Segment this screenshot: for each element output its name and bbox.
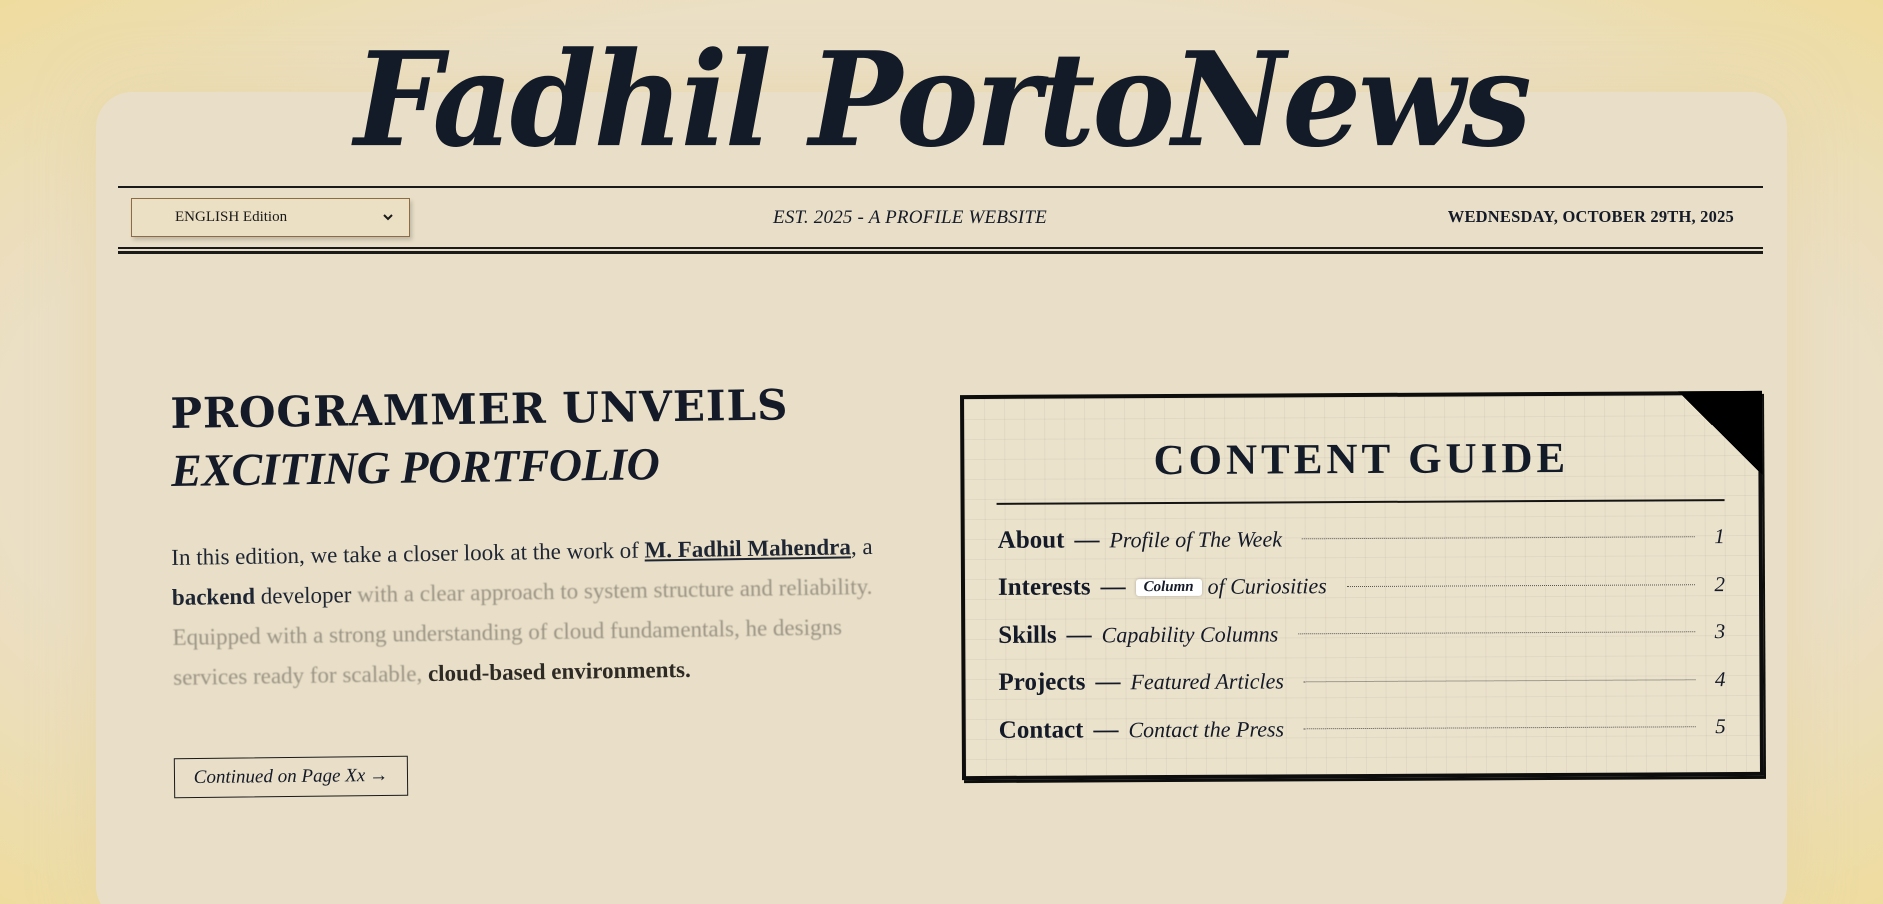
header-rule-bottom-thick (118, 251, 1763, 254)
header-rule-top (118, 186, 1763, 188)
masthead-title: Fadhil PortoNews (354, 24, 1532, 177)
toc-description: Featured Articles (1130, 668, 1284, 695)
toc-leader (1346, 584, 1696, 587)
toc-description: Capability Columns (1101, 621, 1279, 648)
content-guide-panel: CONTENT GUIDE About — Profile of The Wee… (959, 390, 1765, 781)
toc-dash: — (1074, 526, 1100, 554)
toc-dash: — (1095, 668, 1121, 696)
toc-page-number: 1 (1714, 524, 1725, 549)
toc-page-number: 5 (1715, 714, 1726, 739)
toc-description: of Curiosities (1207, 573, 1327, 600)
headline: PROGRAMMER UNVEILS EXCITING PORTFOLIO (170, 376, 790, 499)
toc-section: Contact (998, 716, 1084, 744)
toc-item-contact[interactable]: Contact — Contact the Press 5 (999, 703, 1726, 754)
toc-leader (1303, 679, 1696, 683)
content-guide-rule (996, 499, 1725, 505)
content-guide-title: CONTENT GUIDE (1153, 434, 1570, 485)
arrow-right-icon: → (369, 764, 389, 787)
continued-label: Continued on Page Xx (193, 765, 366, 789)
toc-page-number: 2 (1714, 571, 1726, 596)
toc-dash: — (1100, 573, 1126, 601)
toc-section: Interests (997, 573, 1091, 602)
continued-button[interactable]: Continued on Page Xx → (173, 755, 409, 799)
toc-description: Contact the Press (1128, 716, 1285, 742)
headline-line-1: PROGRAMMER UNVEILS (170, 380, 789, 438)
toc-description: Profile of The Week (1109, 526, 1283, 553)
toc-item-about[interactable]: About — Profile of The Week 1 (998, 513, 1725, 564)
toc-section: Skills (998, 621, 1057, 649)
article-lede: In this edition, we take a closer look a… (171, 527, 893, 698)
lede-text: , a (850, 533, 873, 560)
lede-role: backend (171, 583, 256, 610)
toc-section: Projects (998, 668, 1086, 697)
toc-item-interests[interactable]: Interests — Column of Curiosities 2 (998, 561, 1725, 612)
toc-item-skills[interactable]: Skills — Capability Columns 3 (998, 608, 1725, 659)
toc-dash: — (1066, 621, 1092, 649)
edition-select-label: ENGLISH Edition (175, 209, 288, 225)
content-guide-list: About — Profile of The Week 1 Interests … (998, 513, 1726, 754)
issue-date: WEDNESDAY, OCTOBER 29TH, 2025 (1447, 207, 1734, 226)
lede-text: developer (254, 582, 358, 609)
tagline: EST. 2025 - A PROFILE WEBSITE (773, 207, 1047, 228)
toc-dash: — (1093, 716, 1119, 744)
chevron-down-icon (381, 207, 395, 232)
toc-item-projects[interactable]: Projects — Featured Articles 4 (998, 656, 1725, 707)
edition-select[interactable]: ENGLISH Edition (131, 198, 410, 237)
column-tag: Column (1135, 578, 1202, 596)
lede-tail: cloud-based environments. (422, 656, 691, 687)
toc-section: About (997, 526, 1065, 554)
toc-leader (1301, 536, 1695, 540)
author-link[interactable]: M. Fadhil Mahendra (644, 534, 851, 562)
headline-line-2: EXCITING PORTFOLIO (170, 438, 660, 496)
toc-page-number: 4 (1714, 666, 1726, 691)
header-rule-bottom (118, 247, 1763, 249)
toc-leader (1304, 726, 1696, 730)
lede-text: In this edition, we take a closer look a… (171, 537, 645, 570)
toc-page-number: 3 (1714, 619, 1726, 644)
toc-leader (1298, 631, 1696, 635)
